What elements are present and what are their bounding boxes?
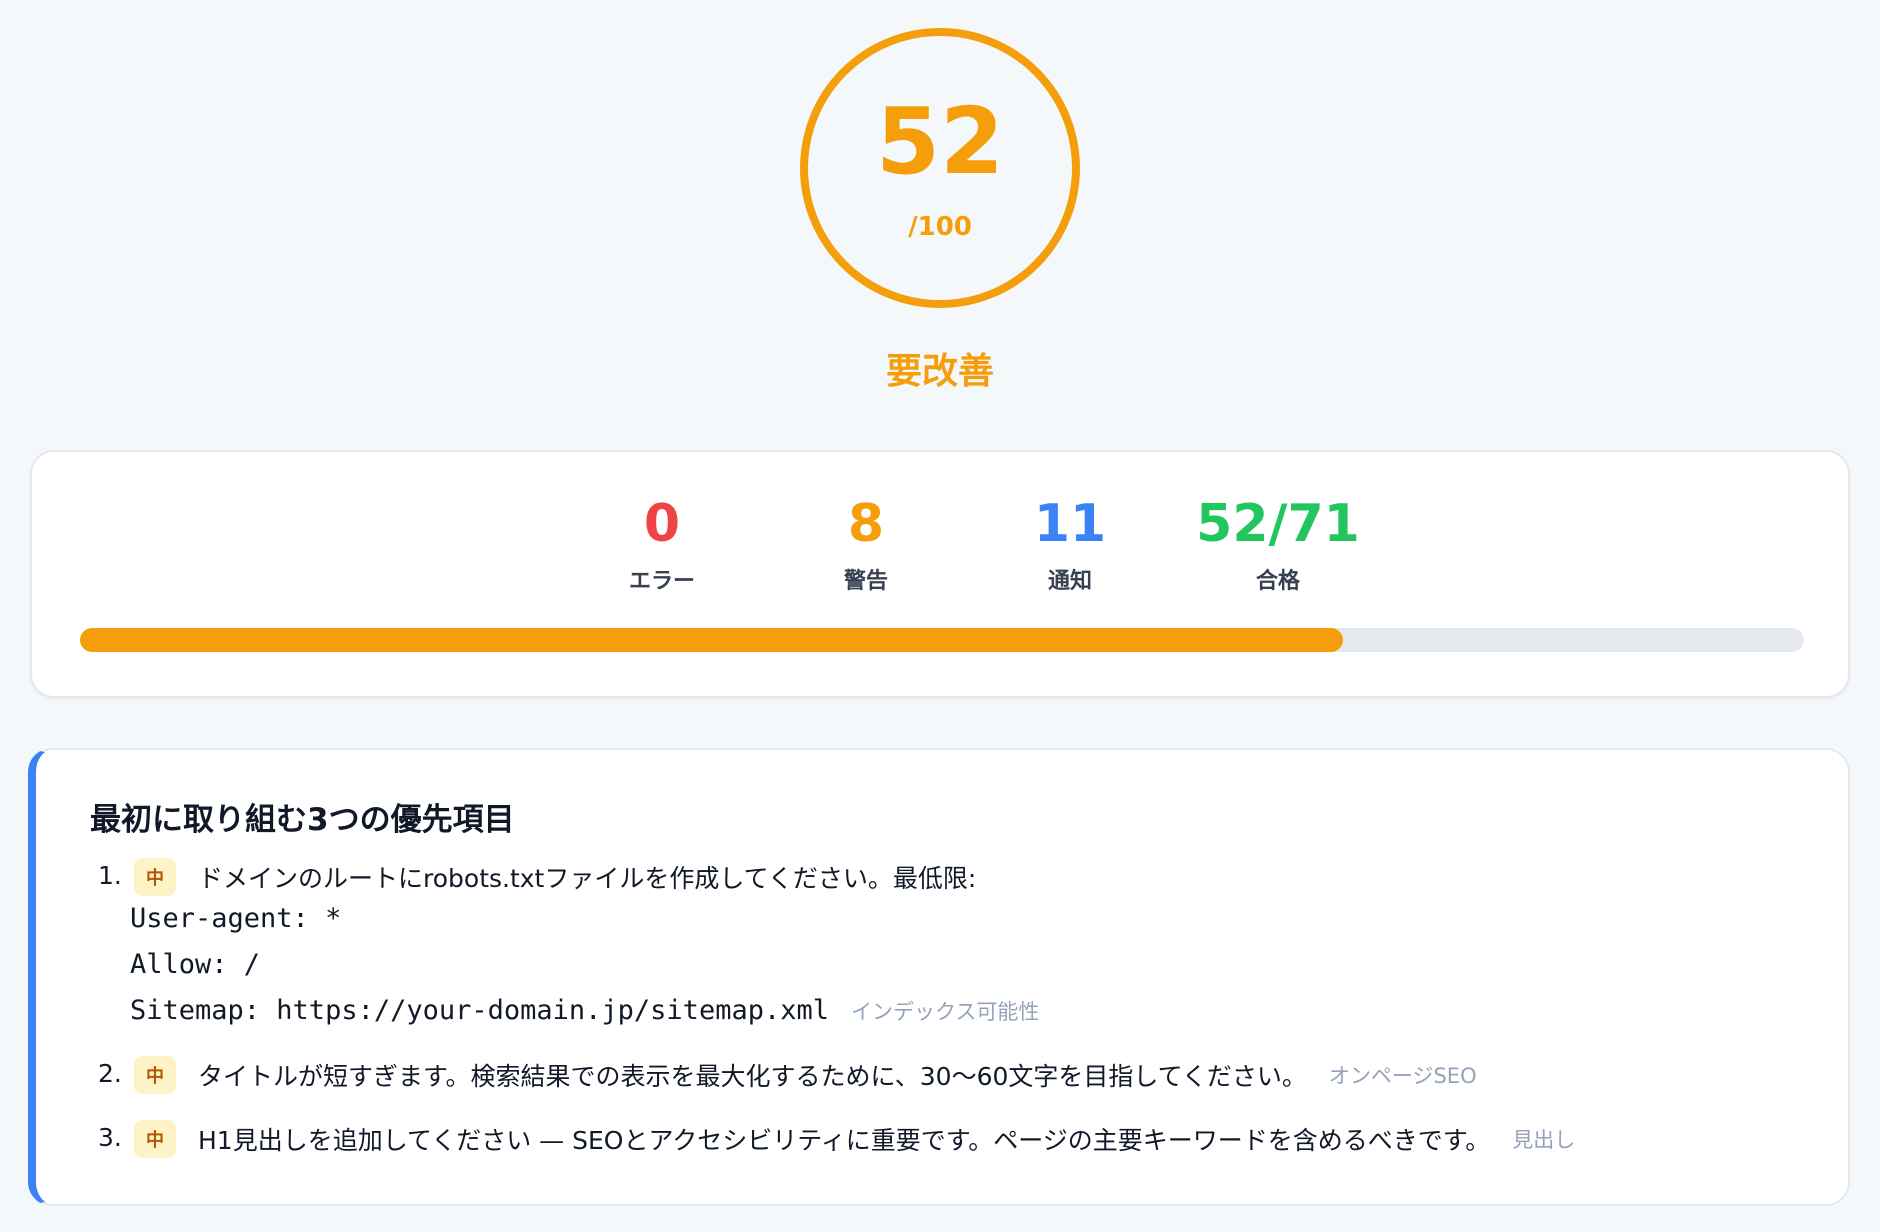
stat-errors-value: 0 [643, 494, 681, 554]
score-section: 52 /100 要改善 [0, 0, 1880, 420]
code-line: Sitemap: https://your-domain.jp/sitemap.… [130, 995, 829, 1026]
score-status-label: 要改善 [885, 351, 994, 392]
priority-item-text: ドメインのルートにrobots.txtファイルを作成してください。最低限: [198, 864, 977, 893]
priority-badge: 中 [134, 1056, 176, 1094]
priority-card: 最初に取り組む3つの優先項目 1. 中ドメインのルートにrobots.txtファイ… [28, 748, 1850, 1206]
stats-card: 0 エラー 8 警告 11 通知 52/71 合格 [30, 450, 1850, 698]
stat-passed: 52/71 合格 [1168, 494, 1388, 595]
score-max: /100 [908, 212, 972, 242]
stat-notices-value: 11 [1033, 494, 1107, 554]
pass-progress-fill [80, 628, 1343, 652]
priority-item: 3. 中 H1見出しを追加してください — SEOとアクセシビリティに重要です。ペー… [98, 1120, 1575, 1158]
pass-progress-bar [80, 628, 1804, 652]
priority-item-number: 1. [98, 861, 122, 890]
stat-notices-label: 通知 [1047, 569, 1092, 595]
stat-errors: 0 エラー [552, 494, 772, 595]
score-ring: 52 /100 [800, 28, 1080, 308]
stat-errors-label: エラー [628, 569, 695, 595]
priority-item: 1. 中ドメインのルートにrobots.txtファイルを作成してください。最低限:… [98, 858, 1039, 1035]
priority-item-category: インデックス可能性 [850, 999, 1040, 1024]
stat-warnings: 8 警告 [756, 494, 976, 595]
priority-item: 2. 中タイトルが短すぎます。検索結果での表示を最大化するために、30〜60文字を… [98, 1056, 1477, 1094]
priority-item-text: タイトルが短すぎます。検索結果での表示を最大化するために、30〜60文字を目指し… [198, 1062, 1307, 1091]
stat-warnings-value: 8 [847, 494, 885, 554]
priority-item-text: H1見出しを追加してください — SEOとアクセシビリティに重要です。ページの主… [198, 1126, 1491, 1155]
code-line: Allow: / [130, 949, 261, 980]
priority-title: 最初に取り組む3つの優先項目 [90, 802, 515, 838]
stat-passed-label: 合格 [1255, 569, 1300, 595]
code-line-with-category: Sitemap: https://your-domain.jp/sitemap.… [130, 988, 1039, 1035]
priority-badge: 中 [134, 1120, 176, 1158]
stat-notices: 11 通知 [960, 494, 1180, 595]
stat-passed-value: 52/71 [1196, 494, 1360, 554]
code-line: User-agent: * [130, 903, 342, 934]
priority-item-category: 見出し [1512, 1128, 1576, 1152]
priority-item-number: 3. [98, 1123, 122, 1152]
priority-badge: 中 [134, 858, 176, 896]
priority-item-category: オンページSEO [1328, 1064, 1477, 1088]
stat-warnings-label: 警告 [843, 569, 888, 595]
score-value: 52 [875, 88, 1005, 195]
priority-item-number: 2. [98, 1059, 122, 1088]
